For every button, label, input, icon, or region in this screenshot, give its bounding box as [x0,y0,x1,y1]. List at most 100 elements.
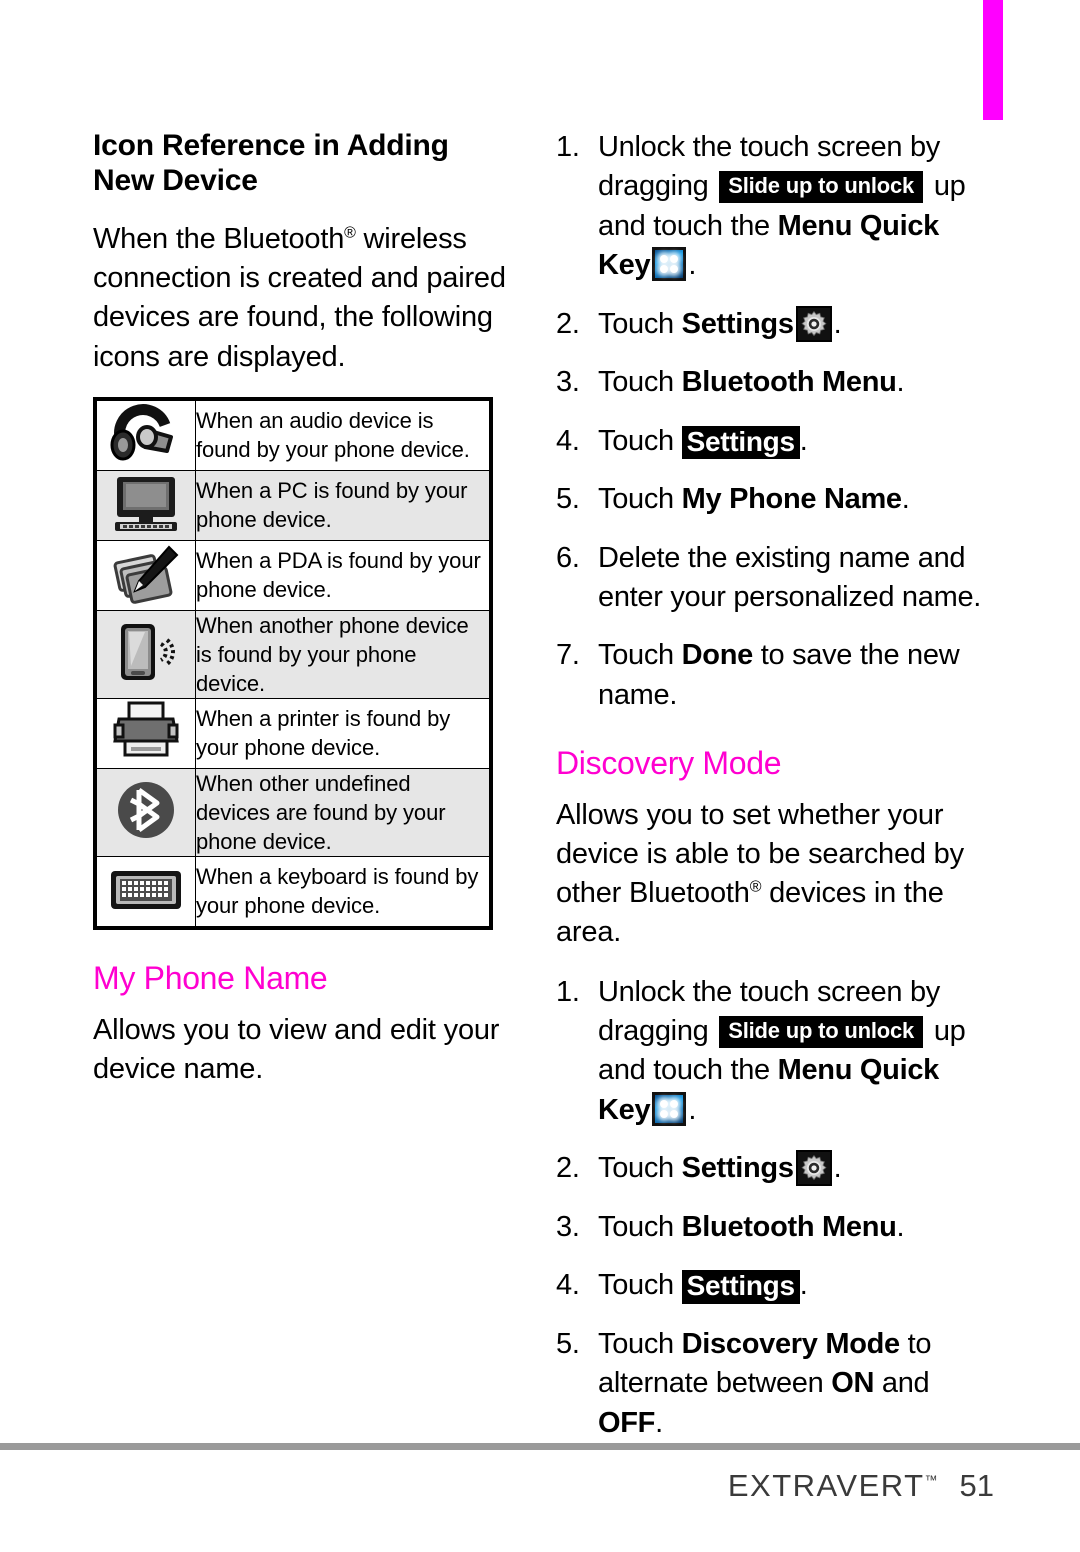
table-row: When a keyboard is found by your phone d… [94,855,492,929]
step-text: . [833,1152,842,1185]
table-row: When other undefined devices are found b… [94,767,492,857]
step-text: . [901,483,910,516]
menu-quick-key-icon[interactable] [652,247,687,282]
footer-divider [0,1443,1080,1450]
registered-mark-icon: ® [749,878,762,896]
step-text: . [688,249,697,282]
pda-stylus-icon [109,541,183,610]
list-item: 5. Touch Discovery Mode to alternate betw… [556,1325,996,1443]
settings-gear-icon[interactable] [795,1150,832,1187]
list-item: 6. Delete the existing name and enter you… [556,539,996,618]
settings-menu-badge[interactable]: Settings [681,425,800,460]
step-text: . [655,1406,663,1439]
table-row: When a PDA is found by your phone device… [94,539,492,611]
list-item: 2. Touch Settings . [556,305,996,344]
icon-description-cell: When an audio device is found by your ph… [195,398,492,471]
step-emphasis: Done [681,639,754,672]
table-row: When a printer is found by your phone de… [94,697,492,769]
list-item: 2. Touch Settings . [556,1149,996,1188]
icon-cell [94,697,196,769]
left-column: Icon Reference in Adding New Device When… [93,128,513,1109]
my-phone-name-steps: 1. Unlock the touch screen by dragging Sl… [556,128,996,715]
icon-description-cell: When another phone device is found by yo… [195,609,492,699]
step-number: 7. [556,639,580,672]
icon-description-cell: When a printer is found by your phone de… [195,697,492,769]
step-text: . [799,424,808,457]
step-number: 2. [556,1152,580,1185]
icon-reference-intro: When the Bluetooth® wireless connection … [93,220,513,377]
step-number: 1. [556,131,580,163]
icon-cell [94,469,196,541]
step-emphasis: Settings [681,307,794,340]
icon-table-body: When an audio device is found by your ph… [94,398,492,929]
registered-mark-icon: ® [344,224,356,242]
step-text: Touch [598,1152,682,1185]
trademark-icon: ™ [924,1472,938,1488]
list-item: 1. Unlock the touch screen by dragging Sl… [556,128,996,286]
step-text: . [896,366,905,399]
my-phone-name-body: Allows you to view and edit your device … [93,1013,500,1085]
slide-to-unlock-badge[interactable]: Slide up to unlock [719,171,924,204]
icon-reference-heading: Icon Reference in Adding New Device [93,129,449,198]
step-emphasis: Discovery Mode [681,1327,901,1360]
icon-description-cell: When a keyboard is found by your phone d… [195,855,492,929]
step-number: 5. [556,1327,580,1360]
step-number: 3. [556,1210,580,1243]
step-text: . [688,1093,697,1126]
list-item: 1. Unlock the touch screen by dragging Sl… [556,973,996,1131]
step-text: Touch [598,483,682,516]
step-text: Touch [598,1269,682,1302]
slide-to-unlock-badge[interactable]: Slide up to unlock [719,1016,924,1048]
step-number: 4. [556,424,580,457]
step-text: . [833,307,842,340]
pc-monitor-icon [109,471,183,540]
step-number: 1. [556,975,580,1008]
manual-page: Icon Reference in Adding New Device When… [0,0,1080,1552]
step-number: 6. [556,541,580,574]
mobile-phone-icon [109,620,183,689]
right-column: 1. Unlock the touch screen by dragging Sl… [556,128,996,1462]
icon-description-cell: When a PDA is found by your phone device… [195,539,492,611]
settings-menu-badge[interactable]: Settings [681,1270,800,1305]
intro-text-before: When the Bluetooth [93,223,345,256]
step-emphasis: Bluetooth Menu [681,1210,897,1243]
icon-cell [94,855,196,929]
icon-cell [94,398,196,471]
list-item: 3. Touch Bluetooth Menu. [556,1208,996,1247]
step-number: 2. [556,307,580,340]
chapter-edge-tab [983,0,1003,120]
step-emphasis: Settings [681,1152,794,1185]
bluetooth-icon [109,778,183,847]
discovery-mode-steps: 1. Unlock the touch screen by dragging Sl… [556,973,996,1443]
discovery-mode-heading: Discovery Mode [556,745,782,782]
page-number: 51 [959,1468,994,1503]
step-text: Touch [598,307,682,340]
list-item: 4. Touch Settings. [556,422,996,461]
my-phone-name-heading: My Phone Name [93,959,328,996]
step-text: Delete the existing name and enter your … [598,541,982,613]
step-text: . [799,1269,808,1302]
step-number: 5. [556,483,580,516]
table-row: When another phone device is found by yo… [94,609,492,699]
step-text: and [874,1367,930,1400]
step-emphasis: Bluetooth Menu [681,366,897,399]
list-item: 5. Touch My Phone Name. [556,480,996,519]
step-text: . [896,1210,905,1243]
audio-headset-icon [109,401,183,470]
step-text: Touch [598,1327,682,1360]
step-emphasis: OFF [598,1406,656,1439]
list-item: 4. Touch Settings. [556,1266,996,1305]
icon-description-cell: When a PC is found by your phone device. [195,469,492,541]
table-row: When a PC is found by your phone device. [94,469,492,541]
list-item: 3. Touch Bluetooth Menu. [556,363,996,402]
footer-brand: EXTRAVERT™ 51 [728,1468,994,1504]
list-item: 7. Touch Done to save the new name. [556,636,996,715]
step-emphasis: ON [831,1367,875,1400]
icon-cell [94,539,196,611]
printer-icon [109,699,183,768]
settings-gear-icon[interactable] [795,305,832,342]
keyboard-icon [109,857,183,926]
step-number: 3. [556,366,580,399]
menu-quick-key-icon[interactable] [652,1091,687,1126]
step-text: Touch [598,366,682,399]
